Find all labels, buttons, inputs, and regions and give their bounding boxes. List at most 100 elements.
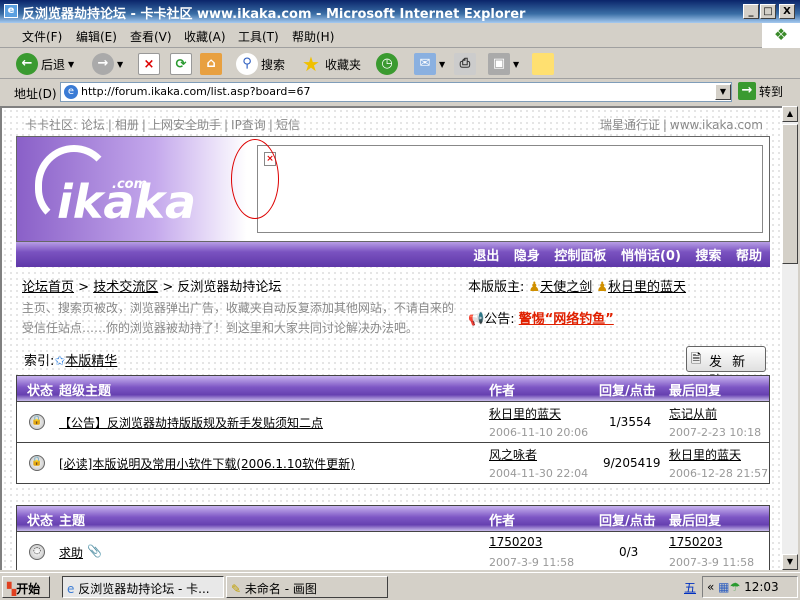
address-label: 地址(D) xyxy=(14,87,57,101)
start-label: 开始 xyxy=(16,582,41,596)
scroll-up-button[interactable]: ▲ xyxy=(782,106,798,122)
link-messages[interactable]: 短信 xyxy=(276,118,300,132)
vertical-scrollbar[interactable]: ▲ ▼ xyxy=(782,106,798,570)
task-paint[interactable]: ✎ 未命名 - 画图 xyxy=(226,576,388,598)
col-author: 作者 xyxy=(489,384,516,399)
reply-stats: 0/3 xyxy=(619,545,639,559)
col-author: 作者 xyxy=(489,514,516,529)
menu-tools[interactable]: 工具(T) xyxy=(238,28,279,45)
address-input[interactable]: e http://forum.ikaka.com/list.asp?board=6… xyxy=(60,82,732,102)
scroll-down-button[interactable]: ▼ xyxy=(782,554,798,570)
last-reply-user[interactable]: 秋日里的蓝天 xyxy=(669,446,741,463)
table-header: 状态 超级主题 作者 回复/点击 最后回复 xyxy=(17,376,769,401)
task-ie[interactable]: e 反浏览器劫持论坛 - 卡... xyxy=(62,576,224,598)
nav-search[interactable]: 搜索 xyxy=(695,249,721,264)
scroll-thumb[interactable] xyxy=(782,124,798,264)
menu-view[interactable]: 查看(V) xyxy=(130,28,172,45)
stop-button[interactable]: × xyxy=(138,52,160,76)
mail-button[interactable]: ✉ ▼ xyxy=(414,52,445,76)
menu-edit[interactable]: 编辑(E) xyxy=(76,28,117,45)
forum-nav-bar: 退出 隐身 控制面板 悄悄话(0) 搜索 帮助 xyxy=(16,242,770,267)
breadcrumb: 论坛首页 > 技术交流区 > 反浏览器劫持论坛 xyxy=(22,280,282,295)
lock-icon: 🔒 xyxy=(29,414,45,430)
link-forum[interactable]: 卡卡社区: 论坛 xyxy=(25,118,105,132)
col-last-reply: 最后回复 xyxy=(669,514,722,529)
table-row: 🔒 [必读]本版说明及常用小软件下载(2006.1.10软件更新) 风之咏者 2… xyxy=(17,442,769,483)
address-url: http://forum.ikaka.com/list.asp?board=67 xyxy=(81,85,311,98)
topic-link[interactable]: [必读]本版说明及常用小软件下载(2006.1.10软件更新) xyxy=(59,455,355,472)
nav-private-messages[interactable]: 悄悄话(0) xyxy=(621,249,681,264)
col-stats: 回复/点击 xyxy=(599,514,656,529)
table-header: 状态 主题 作者 回复/点击 最后回复 xyxy=(17,506,769,531)
address-dropdown[interactable]: ▼ xyxy=(715,84,731,100)
crumb-tech[interactable]: 技术交流区 xyxy=(93,280,158,295)
menu-file[interactable]: 文件(F) xyxy=(22,28,62,45)
nav-help[interactable]: 帮助 xyxy=(736,249,762,264)
topic-link[interactable]: 求助 xyxy=(59,544,83,561)
banner: .com ikaka × xyxy=(16,136,770,242)
tray-app-icon[interactable]: ☂ xyxy=(730,580,741,594)
col-status: 状态 xyxy=(27,384,54,399)
col-topic: 主题 xyxy=(59,514,86,529)
back-arrow-icon: ← xyxy=(16,53,38,75)
menu-help[interactable]: 帮助(H) xyxy=(292,28,334,45)
reply-stats: 1/3554 xyxy=(609,415,652,429)
printer-icon: ⎙ xyxy=(454,53,476,75)
nav-logout[interactable]: 退出 xyxy=(473,249,499,264)
print-button[interactable]: ⎙ xyxy=(454,52,476,76)
minimize-button[interactable]: _ xyxy=(743,4,759,19)
link-album[interactable]: 相册 xyxy=(115,118,139,132)
search-label: 搜索 xyxy=(261,57,286,72)
home-button[interactable]: ⌂ xyxy=(200,52,222,76)
last-reply-date: 2007-2-23 10:18 xyxy=(669,426,762,439)
page-content: 卡卡社区: 论坛 | 相册 | 上网安全助手 | IP查询 | 短信 瑞星通行证 | www.ika… xyxy=(0,106,782,570)
last-reply-user[interactable]: 1750203 xyxy=(669,535,722,549)
start-button[interactable]: ▚开始 xyxy=(2,576,50,598)
link-security-assistant[interactable]: 上网安全助手 xyxy=(149,118,221,132)
col-last-reply: 最后回复 xyxy=(669,384,722,399)
tray-expand-icon[interactable]: « xyxy=(707,580,718,594)
search-button[interactable]: ⚲ 搜索 xyxy=(236,52,285,76)
go-label: 转到 xyxy=(759,84,784,99)
link-ikaka[interactable]: www.ikaka.com xyxy=(670,118,763,132)
crumb-current: 反浏览器劫持论坛 xyxy=(177,280,282,295)
new-post-button[interactable]: 🗎发 新 贴 xyxy=(686,346,766,389)
back-button[interactable]: ← 后退 ▼ xyxy=(16,52,74,76)
go-button[interactable]: → 转到 xyxy=(738,82,783,100)
document-icon: 🗎 xyxy=(691,352,702,367)
messenger-button[interactable] xyxy=(532,52,554,76)
network-icon[interactable]: ▦ xyxy=(718,580,729,594)
last-reply-user[interactable]: 忘记从前 xyxy=(669,405,717,422)
crumb-home[interactable]: 论坛首页 xyxy=(22,280,74,295)
ime-indicator[interactable]: 五 xyxy=(684,579,696,596)
clock[interactable]: 12:03 xyxy=(744,580,779,594)
favorites-button[interactable]: ★ 收藏夹 xyxy=(300,52,361,76)
nav-invisible[interactable]: 隐身 xyxy=(514,249,540,264)
history-button[interactable]: ◷ xyxy=(376,52,398,76)
ikaka-logo[interactable]: .com ikaka xyxy=(17,137,247,241)
edit-button[interactable]: ▣ ▼ xyxy=(488,52,519,76)
menu-favorites[interactable]: 收藏(A) xyxy=(184,28,226,45)
windows-flag-icon: ▚ xyxy=(7,582,17,596)
nav-control-panel[interactable]: 控制面板 xyxy=(554,249,606,264)
red-annotation-circle xyxy=(231,139,279,219)
refresh-icon: ⟳ xyxy=(170,53,192,75)
ie-icon: e xyxy=(67,582,79,596)
author-link[interactable]: 风之咏者 xyxy=(489,446,537,463)
essence-link[interactable]: 本版精华 xyxy=(65,354,117,369)
link-passport[interactable]: 瑞星通行证 xyxy=(600,118,660,132)
search-icon: ⚲ xyxy=(236,53,258,75)
title-bar: e 反浏览器劫持论坛 - 卡卡社区 www.ikaka.com - Micros… xyxy=(0,0,800,23)
moderator-link[interactable]: 秋日里的蓝天 xyxy=(608,280,686,295)
topic-link[interactable]: 【公告】反浏览器劫持版版规及新手发贴须知二点 xyxy=(59,414,323,431)
forward-button[interactable]: → ▼ xyxy=(92,52,123,76)
link-ip-query[interactable]: IP查询 xyxy=(231,118,266,132)
taskbar: ▚开始 e 反浏览器劫持论坛 - 卡... ✎ 未命名 - 画图 五 « ▦☂ … xyxy=(0,572,800,600)
author-link[interactable]: 1750203 xyxy=(489,535,542,549)
close-button[interactable]: X xyxy=(779,4,795,19)
notice-link[interactable]: 警惕“网络钓鱼” xyxy=(519,312,614,327)
moderator-link[interactable]: 天使之剑 xyxy=(540,280,592,295)
maximize-button[interactable]: □ xyxy=(760,4,776,19)
refresh-button[interactable]: ⟳ xyxy=(170,52,192,76)
author-link[interactable]: 秋日里的蓝天 xyxy=(489,405,561,422)
